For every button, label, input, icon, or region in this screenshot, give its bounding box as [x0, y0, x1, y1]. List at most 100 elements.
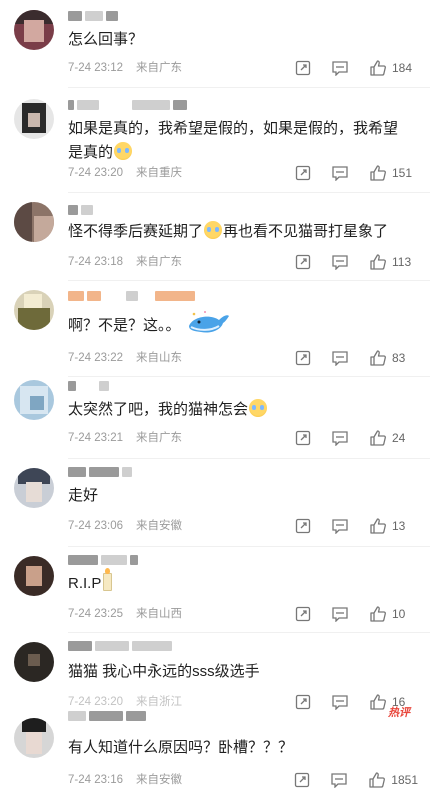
location: 来自广东: [136, 432, 182, 444]
comment-icon: [332, 695, 348, 710]
thumbs-up-icon: [370, 430, 386, 446]
like-count: 24: [392, 431, 406, 445]
whale-sticker-icon: [188, 311, 229, 333]
comment-text: 啊？不是？这。。: [68, 310, 408, 338]
timestamp: 7-24 23:20: [68, 167, 123, 179]
share-icon: [295, 772, 310, 788]
comment-meta: 7-24 23:20 来自重庆 151: [68, 163, 418, 183]
like-count: 10: [392, 607, 406, 621]
share-button[interactable]: [294, 772, 310, 788]
like-count: 151: [392, 166, 413, 180]
location: 来自广东: [136, 62, 182, 74]
username[interactable]: [68, 288, 195, 304]
username[interactable]: [68, 638, 172, 654]
comment-text: 猫猫 我心中永远的sss级选手: [68, 663, 260, 680]
avatar[interactable]: [14, 290, 54, 330]
like-button[interactable]: 83: [369, 349, 418, 367]
username[interactable]: [68, 202, 93, 218]
share-icon: [295, 518, 311, 534]
share-icon: [295, 254, 311, 270]
divider: [68, 376, 430, 377]
share-button[interactable]: [295, 606, 311, 622]
username[interactable]: [68, 552, 138, 568]
reply-button[interactable]: [331, 518, 349, 534]
share-button[interactable]: [295, 60, 311, 76]
timestamp: 7-24 23:18: [68, 256, 123, 268]
thumbs-up-icon: [370, 254, 386, 270]
like-button[interactable]: 113: [369, 253, 418, 271]
username[interactable]: [68, 708, 146, 724]
divider: [68, 280, 430, 281]
avatar[interactable]: [14, 718, 54, 758]
like-button[interactable]: 1851: [368, 771, 418, 789]
avatar[interactable]: [14, 556, 54, 596]
location: 来自山东: [136, 352, 182, 364]
comment-text: 怎么回事？: [68, 31, 144, 48]
comment-icon: [332, 61, 348, 76]
avatar[interactable]: [14, 99, 54, 139]
share-button[interactable]: [295, 165, 311, 181]
reply-button[interactable]: [331, 254, 349, 270]
share-button[interactable]: [295, 254, 311, 270]
username[interactable]: [68, 97, 187, 113]
reply-button[interactable]: [331, 60, 349, 76]
share-button[interactable]: [295, 430, 311, 446]
reply-button[interactable]: [331, 165, 349, 181]
avatar[interactable]: [14, 202, 54, 242]
reply-button[interactable]: [331, 694, 349, 710]
like-button[interactable]: 184: [369, 59, 418, 77]
timestamp: 7-24 23:06: [68, 520, 123, 532]
avatar[interactable]: [14, 380, 54, 420]
divider: [68, 87, 430, 88]
share-icon: [295, 430, 311, 446]
reply-button[interactable]: [331, 430, 349, 446]
crying-emoji-icon: [114, 142, 133, 160]
comment-text: R.I.P: [68, 568, 408, 596]
comment-text: 走好: [68, 487, 99, 504]
timestamp: 7-24 23:25: [68, 608, 123, 620]
comment-meta: 7-24 23:25 来自山西 10: [68, 604, 418, 624]
like-count: 1851: [391, 773, 418, 787]
thumbs-up-icon: [370, 518, 386, 534]
username[interactable]: [68, 8, 118, 24]
thumbs-up-icon: [370, 165, 386, 181]
like-button[interactable]: 151: [369, 164, 418, 182]
comment-text: 怪不得季后赛延期了 再也看不见猫哥打星象了: [68, 221, 389, 240]
comment-meta: 7-24 23:21 来自广东 24: [68, 428, 418, 448]
crying-emoji-icon: [249, 399, 268, 417]
timestamp: 7-24 23:16: [68, 774, 123, 786]
timestamp: 7-24 23:22: [68, 352, 123, 364]
avatar[interactable]: [14, 468, 54, 508]
username[interactable]: [68, 464, 132, 480]
thumbs-up-icon: [369, 772, 386, 788]
like-button[interactable]: 24: [369, 429, 418, 447]
divider: [68, 546, 430, 547]
like-button[interactable]: 13: [369, 517, 418, 535]
reply-button[interactable]: [331, 606, 349, 622]
comment-meta: 7-24 23:06 来自安徽 13: [68, 516, 418, 536]
avatar[interactable]: [14, 10, 54, 50]
share-icon: [295, 694, 311, 710]
like-button[interactable]: 10: [369, 605, 418, 623]
comment-text: 如果是真的，我希望是假的，如果是假的，我希望是真的: [68, 120, 399, 161]
comment-meta: 7-24 23:18 来自广东 113: [68, 252, 418, 272]
username[interactable]: [68, 378, 109, 394]
location: 来自重庆: [136, 167, 182, 179]
comment-icon: [332, 431, 348, 446]
location: 来自山西: [136, 608, 182, 620]
share-button[interactable]: [295, 694, 311, 710]
comment-icon: [332, 607, 348, 622]
share-icon: [295, 60, 311, 76]
comment-meta: 7-24 23:16 来自安徽 1851: [68, 770, 418, 790]
share-button[interactable]: [295, 518, 311, 534]
comment-text: 太突然了吧，我的猫神怎会: [68, 398, 408, 422]
thumbs-up-icon: [370, 606, 386, 622]
like-count: 13: [392, 519, 406, 533]
hot-comment-badge: 热评: [388, 707, 410, 719]
reply-button[interactable]: [331, 350, 349, 366]
share-button[interactable]: [295, 350, 311, 366]
like-count: 83: [392, 351, 406, 365]
avatar[interactable]: [14, 642, 54, 682]
thumbs-up-icon: [370, 60, 386, 76]
reply-button[interactable]: [330, 772, 348, 788]
